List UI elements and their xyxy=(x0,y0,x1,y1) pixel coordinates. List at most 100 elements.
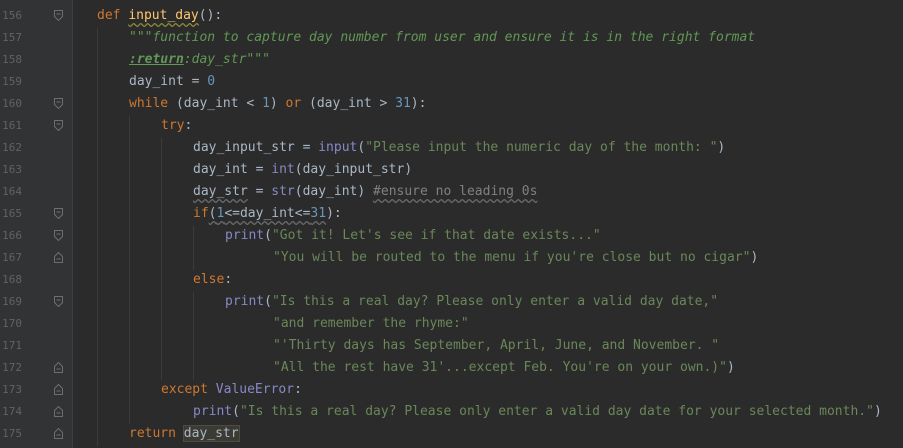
code-token: day_input_str = xyxy=(193,140,319,155)
number-literal: 31 xyxy=(395,96,411,111)
fold-open-icon[interactable] xyxy=(54,230,63,241)
code-token: = xyxy=(247,184,272,199)
code-line-167[interactable]: "You will be routed to the menu if you'r… xyxy=(273,247,758,269)
number-literal: 31 xyxy=(310,206,327,221)
code-token: day_int = xyxy=(193,162,272,177)
code-line-169[interactable]: print("Is this a real day? Please only e… xyxy=(225,291,718,313)
fold-open-icon[interactable] xyxy=(54,120,63,131)
keyword-else: else xyxy=(193,272,225,287)
string-literal: "and remember the rhyme:" xyxy=(273,316,469,331)
keyword-while: while xyxy=(129,96,169,111)
line-number: 158 xyxy=(2,53,22,66)
builtin-input: input xyxy=(318,140,358,155)
code-line-175[interactable]: return day_str xyxy=(129,423,240,445)
line-number: 159 xyxy=(2,75,22,88)
line-number: 173 xyxy=(2,383,22,396)
string-literal: "'Thirty days has September, April, June… xyxy=(273,338,720,353)
code-token: ( xyxy=(264,294,272,309)
fold-open-icon[interactable] xyxy=(54,296,63,307)
number-literal: 0 xyxy=(207,74,216,89)
docstring-tag: :return xyxy=(129,52,184,67)
code-line-172[interactable]: "All the rest have 31'...except Feb. You… xyxy=(273,357,735,379)
code-token: day_str xyxy=(193,184,248,199)
code-token: ) xyxy=(750,250,759,265)
code-token: ) xyxy=(269,96,286,111)
code-line-156[interactable]: def input_day(): xyxy=(97,5,222,27)
code-token: ( xyxy=(264,228,272,243)
code-line-158[interactable]: :return:day_str""" xyxy=(129,49,270,71)
fold-close-icon[interactable] xyxy=(54,362,63,373)
code-token: : xyxy=(294,382,302,397)
builtin-int: int xyxy=(271,162,295,177)
highlighted-identifier: day_str xyxy=(182,425,240,442)
code-line-164[interactable]: day_str = str(day_int) #ensure no leadin… xyxy=(193,181,537,203)
line-number: 169 xyxy=(2,295,22,308)
code-token: <=day_int<= xyxy=(224,206,311,221)
code-token: : xyxy=(224,272,233,287)
fold-open-icon[interactable] xyxy=(54,208,63,219)
indent-guide xyxy=(193,226,194,270)
line-number: 167 xyxy=(2,251,22,264)
line-number-gutter[interactable]: 156 157 158 159 160 161 162 163 164 165 … xyxy=(0,0,73,448)
code-token: ) xyxy=(726,360,735,375)
indent-guide xyxy=(97,28,98,446)
line-number: 160 xyxy=(2,97,22,110)
code-text-area[interactable]: def input_day(): """function to capture … xyxy=(73,0,903,448)
comment: #ensure no leading 0s xyxy=(373,184,538,199)
keyword-def: def xyxy=(97,8,121,23)
code-line-174[interactable]: print("Is this a real day? Please only e… xyxy=(193,401,882,423)
fold-close-icon[interactable] xyxy=(54,428,63,439)
fold-open-icon[interactable] xyxy=(54,98,63,109)
builtin-valueerror: ValueError xyxy=(215,382,295,397)
code-token: : xyxy=(184,118,193,133)
code-line-157[interactable]: """function to capture day number from u… xyxy=(129,27,755,49)
line-number: 175 xyxy=(2,427,22,440)
line-number: 171 xyxy=(2,339,22,352)
code-token: ): xyxy=(326,206,342,221)
line-number: 168 xyxy=(2,273,22,286)
fold-close-icon[interactable] xyxy=(54,406,63,417)
number-literal: 1 xyxy=(262,96,270,111)
code-line-159[interactable]: day_int = 0 xyxy=(129,71,215,93)
docstring: """function to capture day number from u… xyxy=(129,30,756,45)
builtin-str: str xyxy=(271,184,295,199)
code-line-173[interactable]: except ValueError: xyxy=(161,379,302,401)
code-token: ): xyxy=(410,96,427,111)
code-line-161[interactable]: try: xyxy=(161,115,192,137)
fold-close-icon[interactable] xyxy=(54,252,63,263)
code-line-160[interactable]: while (day_int < 1) or (day_int > 31): xyxy=(129,93,426,115)
code-token: ( xyxy=(232,404,240,419)
keyword-or: or xyxy=(285,96,302,111)
fold-close-icon[interactable] xyxy=(54,384,63,395)
keyword-return: return xyxy=(129,426,176,441)
function-name: input_day xyxy=(128,8,199,23)
code-line-162[interactable]: day_input_str = input("Please input the … xyxy=(193,137,725,159)
code-line-171[interactable]: "'Thirty days has September, April, June… xyxy=(273,335,719,357)
code-line-168[interactable]: else: xyxy=(193,269,232,291)
string-literal: "You will be routed to the menu if you'r… xyxy=(273,250,751,265)
line-number: 174 xyxy=(2,405,22,418)
code-line-165[interactable]: if(1<=day_int<=31): xyxy=(193,203,342,225)
line-number: 166 xyxy=(2,229,22,242)
code-line-166[interactable]: print("Got it! Let's see if that date ex… xyxy=(225,225,601,247)
code-token: (): xyxy=(198,8,223,23)
line-number: 164 xyxy=(2,185,22,198)
code-token: ) xyxy=(717,140,726,155)
code-editor[interactable]: 156 157 158 159 160 161 162 163 164 165 … xyxy=(0,0,903,448)
keyword-if: if xyxy=(193,206,209,221)
indent-guide xyxy=(129,116,130,424)
string-literal: "Is this a real day? Please only enter a… xyxy=(271,294,719,309)
line-number: 156 xyxy=(2,9,22,22)
code-line-163[interactable]: day_int = int(day_input_str) xyxy=(193,159,412,181)
string-literal: "Please input the numeric day of the mon… xyxy=(365,140,718,155)
code-line-170[interactable]: "and remember the rhyme:" xyxy=(273,313,469,335)
code-token: (day_int < xyxy=(168,96,263,111)
fold-open-icon[interactable] xyxy=(54,10,63,21)
builtin-print: print xyxy=(193,404,233,419)
indent-guide xyxy=(193,292,194,380)
code-token: (day_int > xyxy=(301,96,396,111)
code-token: (day_int) xyxy=(294,184,374,199)
code-token: (day_input_str) xyxy=(294,162,413,177)
